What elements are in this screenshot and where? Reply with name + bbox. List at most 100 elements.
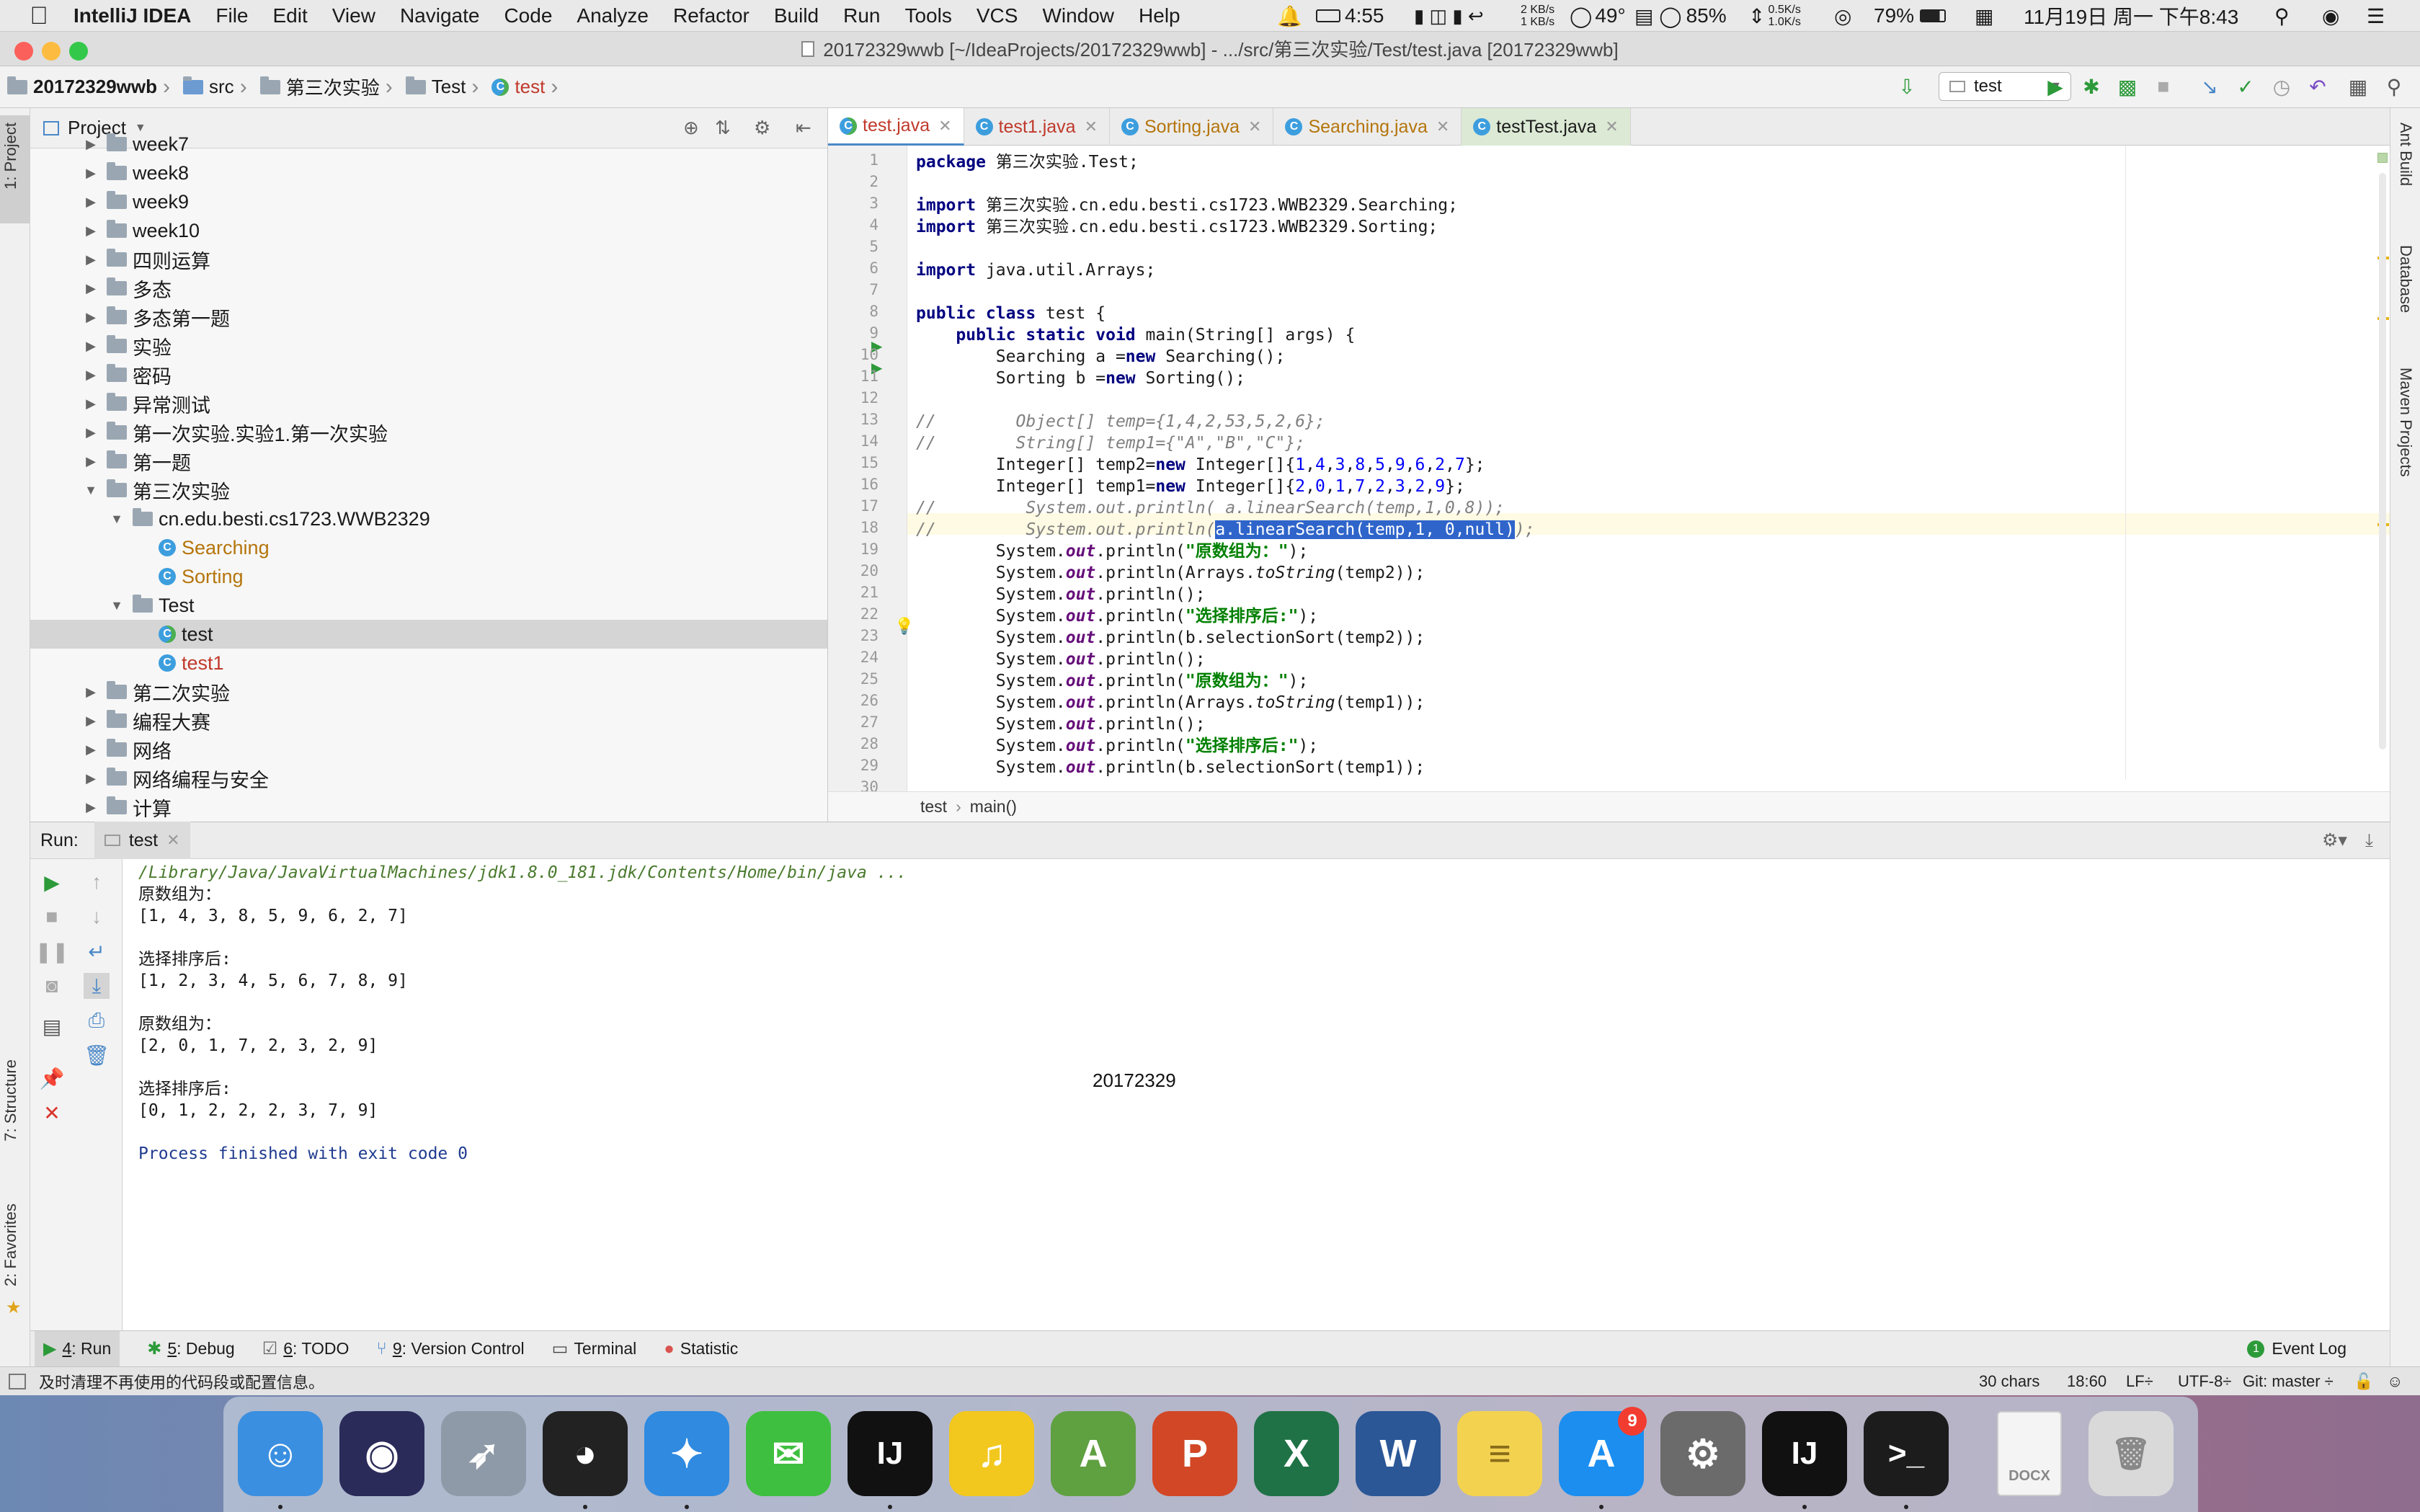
expand-arrow-icon[interactable]: ▼: [82, 483, 99, 498]
tree-item[interactable]: ▶ week7: [30, 130, 827, 159]
debug-icon[interactable]: ✱: [2080, 75, 2103, 98]
restore-layout-icon[interactable]: ▤: [39, 1013, 65, 1039]
run-tab-test[interactable]: test ✕: [94, 822, 190, 859]
temperature-indicator[interactable]: ◯ 49°: [1570, 0, 1626, 32]
close-icon[interactable]: ✕: [1436, 117, 1449, 136]
network-speed-2[interactable]: ⇕ 0.5K/s 1.0K/s: [1748, 0, 1801, 32]
close-window-button[interactable]: [14, 42, 33, 61]
network-speed[interactable]: 2 KB/s 1 KB/s: [1521, 0, 1554, 32]
menu-view[interactable]: View: [332, 4, 375, 27]
vcs-revert-icon[interactable]: ↶: [2306, 75, 2329, 98]
tree-item[interactable]: C Sorting: [30, 562, 827, 591]
menu-run[interactable]: Run: [843, 4, 880, 27]
breadcrumb-method[interactable]: main(): [970, 797, 1017, 817]
collapse-arrow-icon[interactable]: ▶: [82, 771, 99, 786]
dock-app-qq[interactable]: ◕: [543, 1411, 628, 1496]
menu-analyze[interactable]: Analyze: [577, 4, 649, 27]
menu-refactor[interactable]: Refactor: [673, 4, 749, 27]
collapse-arrow-icon[interactable]: ▶: [82, 396, 99, 412]
tree-item[interactable]: ▶ week10: [30, 216, 827, 245]
collapse-arrow-icon[interactable]: ▶: [82, 223, 99, 239]
search-everywhere-icon[interactable]: ⚲: [2383, 75, 2406, 98]
close-icon[interactable]: ✕: [1605, 117, 1618, 136]
dock-app-trash[interactable]: 🗑: [2088, 1411, 2174, 1496]
tree-item[interactable]: ▼ cn.edu.besti.cs1723.WWB2329: [30, 504, 827, 533]
editor-scrollbar[interactable]: [2379, 173, 2386, 750]
tree-item[interactable]: Ctest: [30, 620, 827, 649]
trash-icon[interactable]: 🗑: [84, 1042, 110, 1068]
print-icon[interactable]: ⎙: [84, 1008, 110, 1033]
gear-icon[interactable]: ⚙▾: [2322, 830, 2347, 851]
notification-center-icon[interactable]: ☰: [2367, 0, 2385, 32]
git-branch[interactable]: Git: master ÷: [2243, 1372, 2334, 1391]
tree-item[interactable]: ▶ 密码: [30, 360, 827, 389]
menu-vcs[interactable]: VCS: [977, 4, 1018, 27]
rerun-icon[interactable]: ▶: [39, 869, 65, 895]
collapse-arrow-icon[interactable]: ▶: [82, 281, 99, 296]
menu-file[interactable]: File: [215, 4, 248, 27]
menu-tools[interactable]: Tools: [904, 4, 951, 27]
coverage-icon[interactable]: ▩: [2116, 75, 2139, 98]
tree-item[interactable]: ▶ 第一次实验.实验1.第一次实验: [30, 418, 827, 447]
dock-app-app-store[interactable]: A9: [1559, 1407, 1647, 1496]
down-arrow-icon[interactable]: ↓: [84, 904, 110, 930]
collapse-arrow-icon[interactable]: ▶: [82, 166, 99, 181]
tree-item[interactable]: Ctest1: [30, 649, 827, 677]
project-structure-icon[interactable]: ▦: [2346, 75, 2370, 98]
dock-app-terminal[interactable]: >_: [1864, 1411, 1949, 1496]
menu-app-name[interactable]: IntelliJ IDEA: [74, 4, 191, 27]
collapse-arrow-icon[interactable]: ▶: [82, 454, 99, 469]
tree-item[interactable]: ▶ 网络编程与安全: [30, 764, 827, 793]
expand-arrow-icon[interactable]: ▼: [108, 598, 125, 613]
tree-item[interactable]: C Searching: [30, 533, 827, 562]
tree-item[interactable]: ▶ 异常测试: [30, 389, 827, 418]
inspector-icon[interactable]: ☺: [2387, 1372, 2403, 1391]
bottom-tab[interactable]: ⑂ 9: Version Control: [376, 1339, 524, 1359]
editor-tab[interactable]: Ctest1.java ✕: [964, 108, 1110, 146]
collapse-arrow-icon[interactable]: ▶: [82, 742, 99, 757]
input-method-icon[interactable]: ▦: [1975, 0, 1993, 32]
bottom-tab[interactable]: ✱ 5: Debug: [147, 1338, 234, 1359]
dock-app-siri[interactable]: ◉: [339, 1411, 424, 1496]
dock-app-word[interactable]: W: [1356, 1411, 1441, 1496]
dock-app-launchpad[interactable]: ➶: [441, 1411, 526, 1496]
close-icon[interactable]: ✕: [938, 117, 951, 135]
close-icon[interactable]: ✕: [39, 1100, 65, 1126]
dock-app-intellij-idea[interactable]: IJ: [848, 1411, 933, 1496]
collapse-arrow-icon[interactable]: ▶: [82, 713, 99, 729]
breadcrumb-project[interactable]: 20172329wwb ›: [7, 75, 176, 99]
editor-tab[interactable]: C Searching.java ✕: [1273, 108, 1462, 146]
breadcrumb-package[interactable]: 第三次实验 ›: [259, 74, 399, 100]
editor-tab[interactable]: C Sorting.java ✕: [1110, 108, 1274, 146]
dock-app-wechat[interactable]: ✉: [746, 1411, 831, 1496]
breadcrumb-class[interactable]: test: [920, 797, 947, 817]
lock-icon[interactable]: 🔓: [2354, 1372, 2373, 1391]
close-icon[interactable]: ✕: [1085, 117, 1098, 136]
up-arrow-icon[interactable]: ↑: [84, 869, 110, 895]
apple-icon[interactable]: : [26, 3, 52, 29]
collapse-arrow-icon[interactable]: ▶: [82, 252, 99, 267]
tree-item[interactable]: ▶ 实验: [30, 332, 827, 360]
project-tool-tab[interactable]: 1: Project: [1, 123, 20, 190]
stop-icon[interactable]: ■: [39, 904, 65, 930]
bottom-tab[interactable]: ● Statistic: [664, 1339, 738, 1359]
battery-time[interactable]: 4:55: [1316, 0, 1384, 32]
battery-indicator[interactable]: 79%: [1874, 0, 1947, 32]
collapse-arrow-icon[interactable]: ▶: [82, 137, 99, 152]
tree-item[interactable]: ▼ Test: [30, 591, 827, 620]
dock-app-powerpoint[interactable]: P: [1152, 1411, 1237, 1496]
line-separator[interactable]: LF÷: [2126, 1372, 2153, 1391]
breadcrumb-test-class[interactable]: Ctest ›: [491, 75, 564, 99]
cpu-indicator[interactable]: ▤ ◯ 85%: [1634, 0, 1727, 32]
tree-item[interactable]: ▶ 多态第一题: [30, 303, 827, 332]
menu-code[interactable]: Code: [504, 4, 552, 27]
dock-app-intellij-idea-2[interactable]: IJ: [1762, 1411, 1847, 1496]
favorites-tool-tab[interactable]: 2: Favorites: [1, 1204, 20, 1286]
dock-app-finder[interactable]: ☺: [238, 1411, 323, 1496]
editor-tab[interactable]: CtestTest.java ✕: [1462, 108, 1631, 146]
breadcrumb-src[interactable]: src ›: [183, 75, 253, 99]
breadcrumb-test-folder[interactable]: Test ›: [405, 75, 485, 99]
run-icon[interactable]: ▶: [2044, 75, 2067, 98]
tree-item[interactable]: ▶ 计算: [30, 793, 827, 822]
collapse-arrow-icon[interactable]: ▶: [82, 195, 99, 210]
